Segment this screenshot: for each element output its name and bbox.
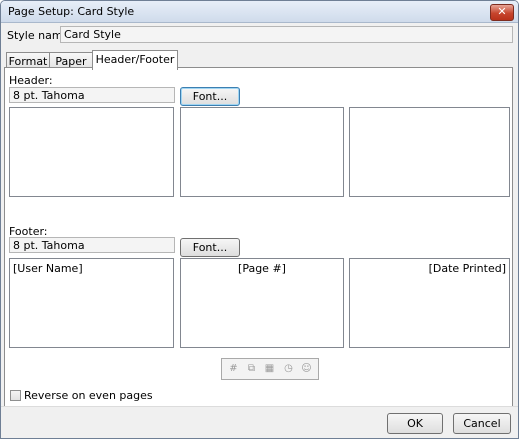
header-footer-panel: Header: 8 pt. Tahoma Font... Footer: 8 p… [4,67,513,407]
close-button[interactable]: ✕ [490,4,514,21]
footer-right-section[interactable]: [Date Printed] [349,258,510,348]
insert-field-toolbar: # ⧉ ▦ ◷ ☺ [221,358,319,380]
footer-font-display: 8 pt. Tahoma [9,237,175,253]
header-right-section[interactable] [349,107,510,197]
header-center-section[interactable] [180,107,344,197]
footer-right-text: [Date Printed] [428,262,506,275]
header-font-button[interactable]: Font... [180,87,240,106]
ok-button[interactable]: OK [387,413,443,434]
insert-user-name-icon[interactable]: ☺ [300,362,313,376]
reverse-even-pages-checkbox[interactable] [10,390,21,401]
title-bar[interactable]: Page Setup: Card Style ✕ [1,1,518,23]
header-left-section[interactable] [9,107,174,197]
header-font-display: 8 pt. Tahoma [9,87,175,103]
insert-total-pages-icon[interactable]: ⧉ [245,362,258,376]
insert-page-number-icon[interactable]: # [227,362,240,376]
tab-header-footer[interactable]: Header/Footer [92,50,178,70]
header-label: Header: [9,74,53,87]
insert-time-icon[interactable]: ◷ [282,362,295,376]
reverse-even-pages-label: Reverse on even pages [24,389,153,402]
style-name-row: Style name: Card Style [1,23,518,47]
footer-center-text: [Page #] [238,262,286,275]
window-title: Page Setup: Card Style [8,5,135,18]
page-setup-dialog: Page Setup: Card Style ✕ Style name: Car… [0,0,519,439]
cancel-button[interactable]: Cancel [453,413,511,434]
footer-center-section[interactable]: [Page #] [180,258,344,348]
insert-date-icon[interactable]: ▦ [263,362,276,376]
footer-font-button[interactable]: Font... [180,238,240,257]
style-name-field[interactable]: Card Style [60,26,513,43]
footer-left-text: [User Name] [13,262,83,275]
dialog-separator [1,406,518,407]
footer-left-section[interactable]: [User Name] [9,258,174,348]
